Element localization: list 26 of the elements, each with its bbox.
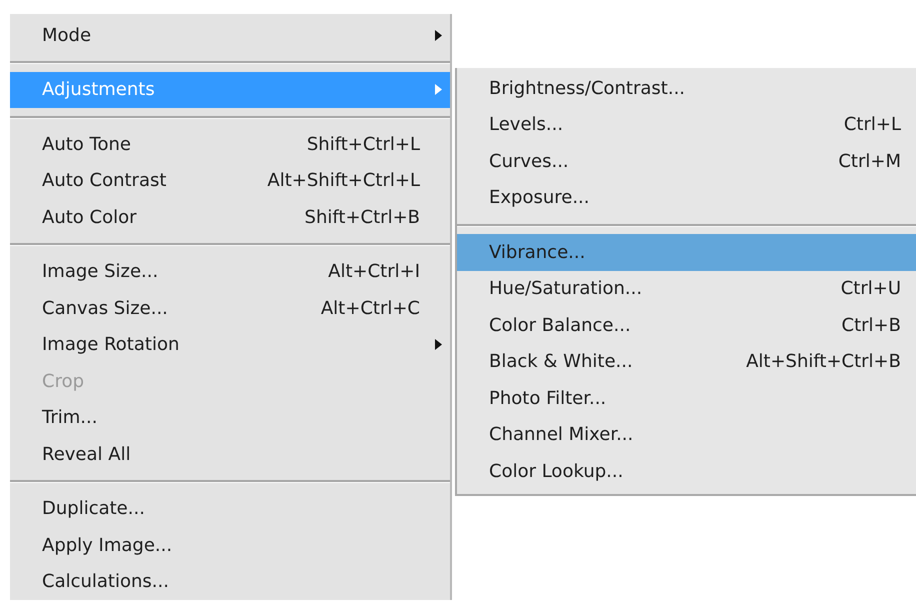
menu-item[interactable]: Image Size... Alt+Ctrl+I [10, 254, 450, 290]
menu-item[interactable]: Image Rotation [10, 326, 450, 363]
menu-item[interactable]: Photo Filter... [457, 380, 916, 416]
menu-item[interactable]: Brightness/Contrast... [457, 70, 916, 106]
menu-item[interactable]: Hue/Saturation... Ctrl+U [457, 270, 916, 307]
menu-item[interactable]: Canvas Size... Alt+Ctrl+C [10, 290, 450, 326]
submenu-arrow-icon [435, 84, 442, 96]
menu-item[interactable]: Mode [10, 17, 450, 54]
menu-item[interactable]: Duplicate... [10, 490, 450, 527]
menu-item[interactable]: Channel Mixer... [457, 416, 916, 453]
menu-item[interactable]: Levels... Ctrl+L [457, 106, 916, 143]
menu-item[interactable]: Trim... [10, 400, 450, 436]
menu-item[interactable]: Vibrance... [457, 234, 916, 270]
menu-item[interactable]: Curves... Ctrl+M [457, 143, 916, 180]
menu-item[interactable]: Black & White... Alt+Shift+Ctrl+B [457, 344, 916, 380]
menu-item[interactable]: Calculations... [10, 564, 450, 600]
menu-item[interactable]: Auto Tone Shift+Ctrl+L [10, 126, 450, 162]
menu-item[interactable]: Color Lookup... [457, 453, 916, 490]
menu-item[interactable]: Reveal All [10, 436, 450, 472]
menu-item[interactable]: Apply Image... [10, 527, 450, 564]
menu-item[interactable]: Color Balance... Ctrl+B [457, 307, 916, 344]
menu-item[interactable]: Auto Color Shift+Ctrl+B [10, 199, 450, 236]
menu-item[interactable]: Exposure... [457, 180, 916, 216]
submenu-arrow-icon [435, 339, 442, 350]
submenu-arrow-icon [435, 30, 442, 41]
menu-item[interactable]: Auto Contrast Alt+Shift+Ctrl+L [10, 162, 450, 199]
